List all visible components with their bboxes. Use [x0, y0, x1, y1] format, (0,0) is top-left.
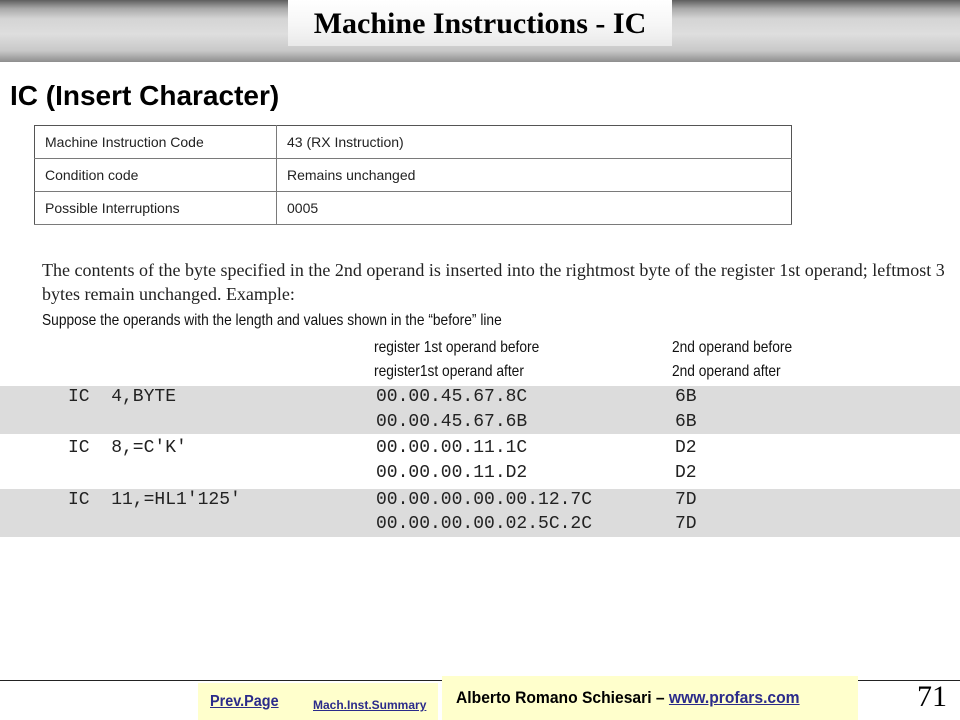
- suppose-note: Suppose the operands with the length and…: [42, 312, 502, 329]
- info-value: Remains unchanged: [276, 158, 792, 192]
- prev-page-link[interactable]: Prev.Page: [210, 693, 279, 711]
- info-label: Machine Instruction Code: [34, 125, 277, 159]
- instruction-info-table: Machine Instruction Code 43 (RX Instruct…: [34, 125, 792, 225]
- table-row: Machine Instruction Code 43 (RX Instruct…: [34, 125, 792, 159]
- author-credit: Alberto Romano Schiesari – www.profars.c…: [456, 688, 800, 708]
- title-bar: Machine Instructions - IC: [0, 0, 960, 62]
- example-2-op2-before: D2: [675, 438, 697, 458]
- example-2-reg-after: 00.00.00.11.D2: [376, 463, 528, 483]
- example-1-op2-after: 6B: [675, 412, 697, 432]
- example-1-reg-after: 00.00.45.67.6B: [376, 412, 528, 432]
- example-3-op2-after: 7D: [675, 514, 697, 534]
- section-heading: IC (Insert Character): [10, 80, 280, 111]
- example-1-instruction: IC 4,BYTE: [68, 387, 177, 407]
- page-number: 71: [917, 680, 947, 713]
- example-1-reg-before: 00.00.45.67.8C: [376, 387, 528, 407]
- website-link[interactable]: www.profars.com: [669, 688, 800, 707]
- example-3-reg-before: 00.00.00.00.00.12.7C: [376, 490, 593, 510]
- example-2-instruction: IC 8,=C'K': [68, 438, 187, 458]
- example-3-instruction: IC 11,=HL1'125': [68, 490, 241, 510]
- column-header-reg-before: register 1st operand before: [374, 339, 540, 356]
- info-value: 0005: [276, 191, 792, 225]
- column-header-reg-after: register1st operand after: [374, 363, 524, 380]
- info-value: 43 (RX Instruction): [276, 125, 792, 159]
- example-3-reg-after: 00.00.00.00.02.5C.2C: [376, 514, 593, 534]
- table-row: Condition code Remains unchanged: [34, 158, 792, 192]
- example-1-op2-before: 6B: [675, 387, 697, 407]
- author-name: Alberto Romano Schiesari –: [456, 688, 669, 707]
- mach-inst-summary-link[interactable]: Mach.Inst.Summary: [313, 698, 426, 712]
- slide-title: Machine Instructions - IC: [288, 0, 672, 46]
- column-header-op2-before: 2nd operand before: [672, 339, 793, 356]
- info-label: Possible Interruptions: [34, 191, 277, 225]
- example-3-op2-before: 7D: [675, 490, 697, 510]
- table-row: Possible Interruptions 0005: [34, 191, 792, 225]
- info-label: Condition code: [34, 158, 277, 192]
- column-header-op2-after: 2nd operand after: [672, 363, 781, 380]
- example-2-reg-before: 00.00.00.11.1C: [376, 438, 528, 458]
- description-text: The contents of the byte specified in th…: [42, 260, 945, 304]
- example-2-op2-after: D2: [675, 463, 697, 483]
